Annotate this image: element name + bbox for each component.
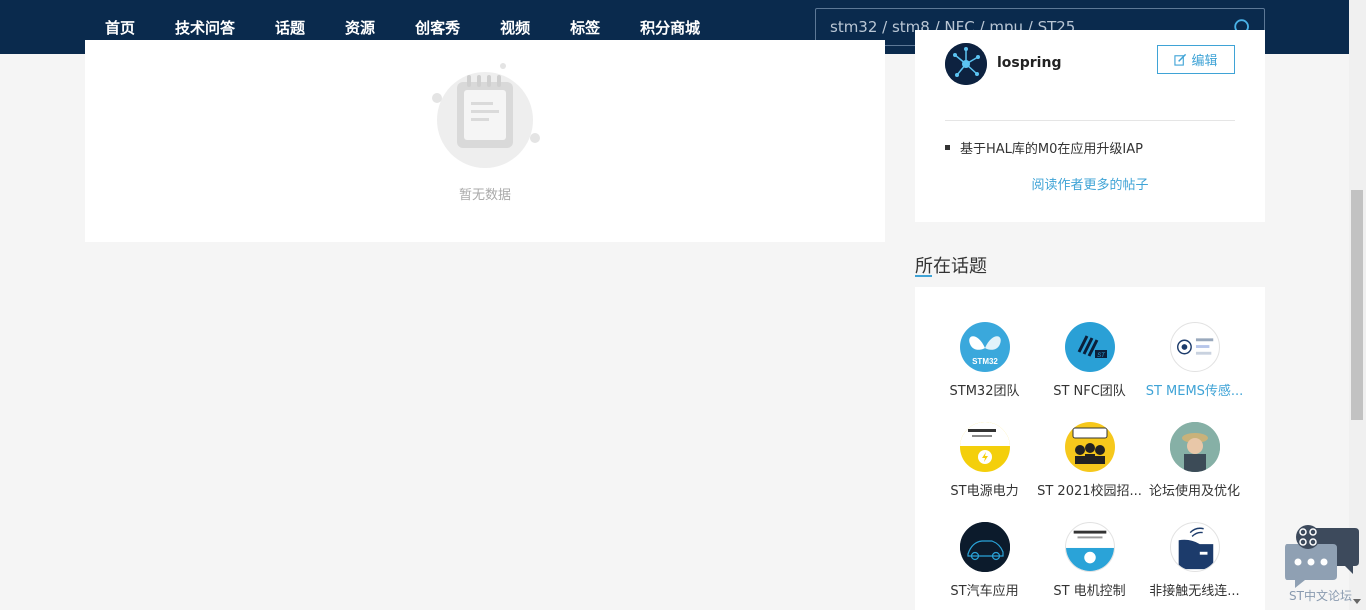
- nav-item-resources[interactable]: 资源: [345, 17, 375, 38]
- author-post-title[interactable]: 基于HAL库的M0在应用升级IAP: [960, 138, 1143, 157]
- chat-widget-label[interactable]: ST中文论坛: [1289, 587, 1352, 604]
- avatar[interactable]: [945, 43, 987, 85]
- contactless-wireless-icon: [1169, 522, 1220, 572]
- topic-label: 非接触无线连...: [1149, 584, 1240, 599]
- nav-item-points-mall[interactable]: 积分商城: [640, 17, 700, 38]
- nav-item-video[interactable]: 视频: [500, 17, 530, 38]
- st-campus-icon: [1064, 422, 1115, 472]
- st-automotive-icon: [959, 522, 1010, 572]
- topic-label: ST电源电力: [950, 484, 1019, 499]
- divider: [945, 120, 1235, 121]
- topic-label: ST 电机控制: [1053, 584, 1126, 599]
- topic-item-st-automotive[interactable]: ST汽车应用: [932, 522, 1037, 599]
- page-scrollbar[interactable]: [1349, 0, 1366, 610]
- topic-item-st-motor[interactable]: ST 电机控制: [1037, 522, 1142, 599]
- st-mems-icon: [1169, 322, 1220, 372]
- empty-notepad-icon: [432, 63, 540, 168]
- svg-text:ST: ST: [1097, 353, 1106, 359]
- more-posts-link[interactable]: 阅读作者更多的帖子: [915, 174, 1265, 193]
- edit-button[interactable]: 编辑: [1157, 45, 1235, 74]
- heading-underline: [915, 275, 932, 277]
- stm32-butterfly-icon: STM32: [959, 322, 1010, 372]
- network-logo-icon: [945, 43, 987, 85]
- topic-label: ST NFC团队: [1053, 384, 1126, 399]
- topic-item-contactless[interactable]: 非接触无线连...: [1142, 522, 1247, 599]
- st-nfc-icon: ST: [1064, 322, 1115, 372]
- content-panel: 暂无数据: [85, 40, 885, 242]
- topic-label: ST 2021校园招...: [1037, 484, 1142, 499]
- author-name[interactable]: lospring: [997, 55, 1061, 71]
- nav-item-qa[interactable]: 技术问答: [175, 17, 235, 38]
- topic-label: ST MEMS传感...: [1145, 384, 1244, 399]
- empty-state-text: 暂无数据: [458, 188, 511, 203]
- st-power-icon: [959, 422, 1010, 472]
- nav-item-topics[interactable]: 话题: [275, 17, 305, 38]
- bullet-icon: [945, 145, 950, 150]
- topic-item-st-mems[interactable]: ST MEMS传感...: [1142, 322, 1247, 399]
- topic-item-st-nfc[interactable]: ST ST NFC团队: [1037, 322, 1142, 399]
- topic-item-st-campus[interactable]: ST 2021校园招...: [1037, 422, 1142, 499]
- topic-item-st-power[interactable]: ST电源电力: [932, 422, 1037, 499]
- nav-item-home[interactable]: 首页: [105, 17, 135, 38]
- forum-feedback-icon: [1169, 422, 1220, 472]
- topic-label: ST汽车应用: [950, 584, 1019, 599]
- topics-card: STM32 STM32团队 ST ST NFC团队 ST MEMS传感... S…: [915, 287, 1265, 610]
- topic-label: STM32团队: [949, 384, 1020, 399]
- nav-item-tags[interactable]: 标签: [570, 17, 600, 38]
- nav-item-maker[interactable]: 创客秀: [415, 17, 460, 38]
- edit-button-label: 编辑: [1191, 54, 1218, 69]
- topic-item-stm32[interactable]: STM32 STM32团队: [932, 322, 1037, 399]
- topic-item-forum-feedback[interactable]: 论坛使用及优化: [1142, 422, 1247, 499]
- author-card: lospring 编辑 基于HAL库的M0在应用升级IAP 阅读作者更多的帖子: [915, 30, 1265, 222]
- author-post-item[interactable]: 基于HAL库的M0在应用升级IAP: [945, 138, 1143, 157]
- st-motor-icon: [1064, 522, 1115, 572]
- svg-text:STM32: STM32: [972, 357, 998, 366]
- topic-label: 论坛使用及优化: [1148, 484, 1240, 499]
- edit-icon: [1174, 53, 1187, 66]
- scrollbar-thumb[interactable]: [1351, 190, 1363, 420]
